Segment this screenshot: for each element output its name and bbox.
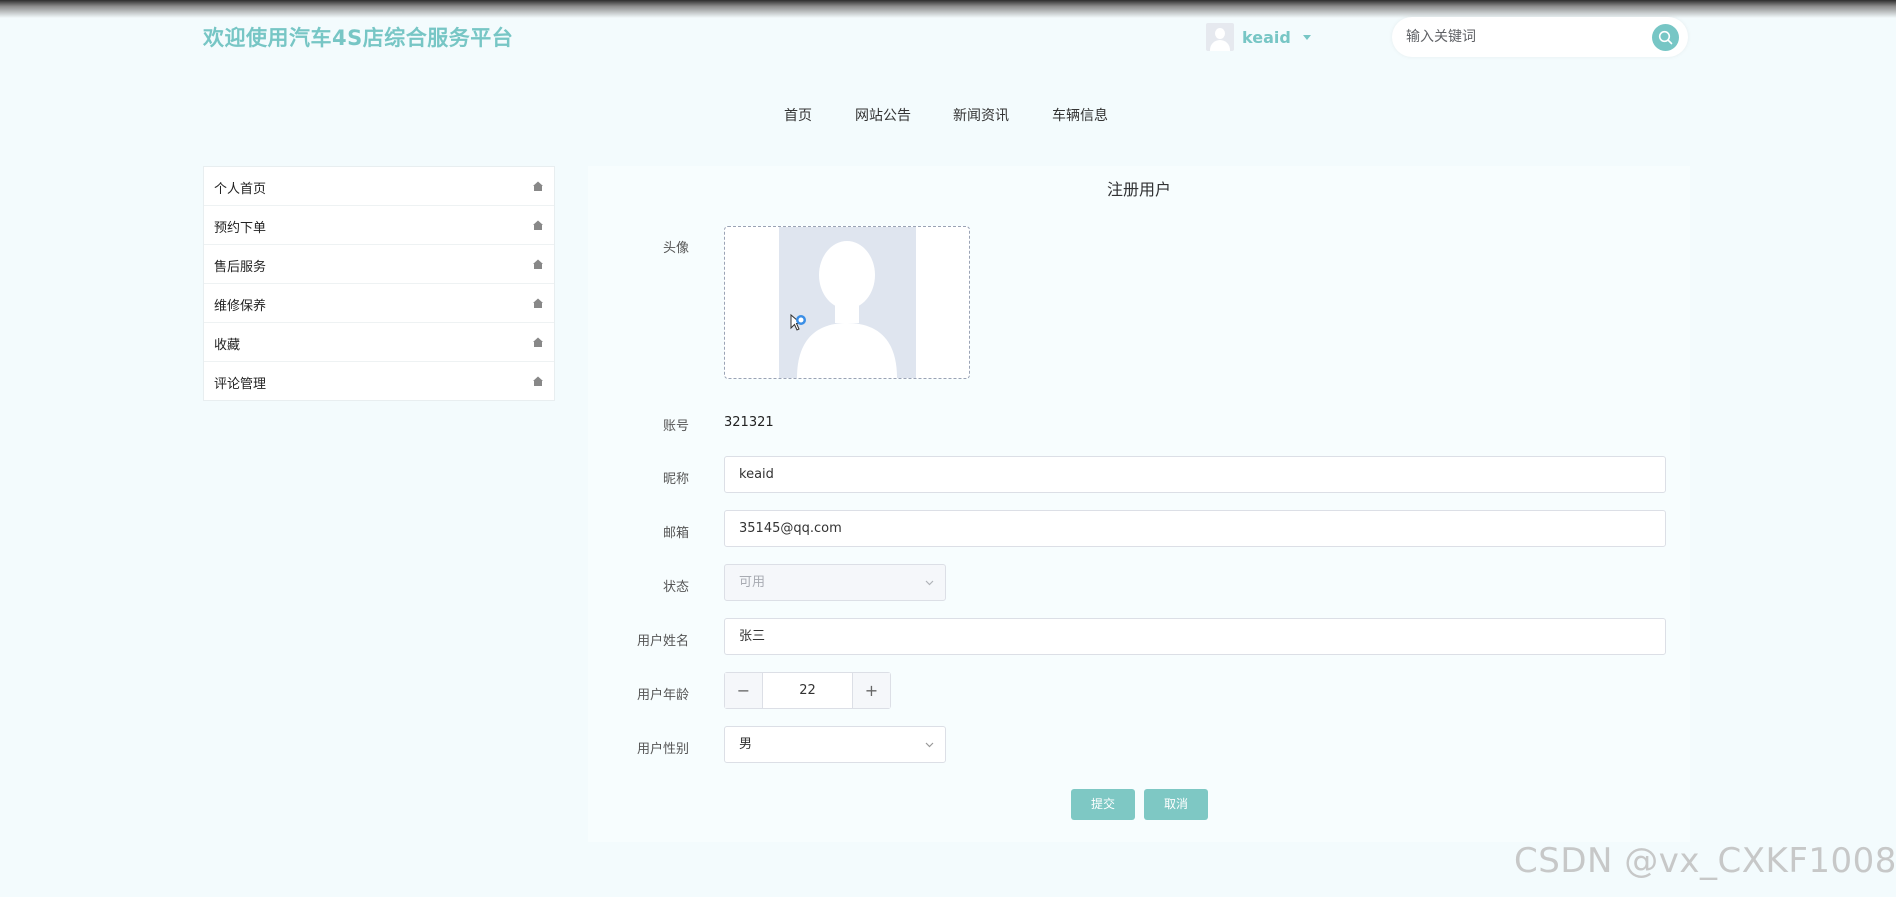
sidebar-item-favorites[interactable]: 收藏	[204, 323, 554, 362]
gender-select[interactable]: 男	[724, 726, 946, 763]
name-label: 用户姓名	[636, 634, 689, 649]
nav-news[interactable]: 新闻资讯	[953, 105, 1009, 125]
sidebar-item-label: 售后服务	[214, 260, 267, 275]
avatar-image	[779, 227, 916, 378]
home-icon	[533, 298, 543, 308]
sidebar-item-after-sales[interactable]: 售后服务	[204, 245, 554, 284]
status-label: 状态	[662, 580, 689, 595]
search-icon	[1658, 30, 1673, 45]
sidebar-item-comments[interactable]: 评论管理	[204, 362, 554, 400]
nav-announcements[interactable]: 网站公告	[855, 105, 911, 125]
caret-down-icon	[1302, 34, 1311, 40]
form-title: 注册用户	[1106, 180, 1171, 199]
email-label: 邮箱	[662, 526, 689, 541]
account-value: 321321	[724, 415, 774, 430]
chevron-down-icon	[925, 742, 934, 748]
age-increase-button[interactable]: +	[852, 673, 890, 708]
sidebar-item-label: 评论管理	[214, 377, 267, 392]
main-nav: 首页 网站公告 新闻资讯 车辆信息	[0, 105, 1896, 127]
sidebar-item-label: 预约下单	[214, 221, 267, 236]
sidebar-menu: 个人首页 预约下单 售后服务 维修保养 收藏 评论管理	[203, 166, 555, 401]
age-label: 用户年龄	[636, 688, 689, 703]
home-icon	[533, 259, 543, 269]
status-value: 可用	[739, 575, 766, 590]
home-icon	[533, 220, 543, 230]
chevron-down-icon	[925, 580, 934, 586]
age-decrease-button[interactable]: −	[725, 673, 763, 708]
sidebar-item-booking[interactable]: 预约下单	[204, 206, 554, 245]
nav-vehicles[interactable]: 车辆信息	[1052, 105, 1108, 125]
watermark: CSDN @vx_CXKF10088	[1514, 841, 1896, 881]
nav-home[interactable]: 首页	[784, 105, 812, 125]
age-stepper: − 22 +	[724, 672, 891, 709]
nickname-label: 昵称	[662, 472, 689, 487]
name-input[interactable]: 张三	[724, 618, 1666, 655]
nickname-input[interactable]: keaid	[724, 456, 1666, 493]
status-select: 可用	[724, 564, 946, 601]
sidebar-item-profile-home[interactable]: 个人首页	[204, 167, 554, 206]
user-avatar	[1206, 23, 1234, 51]
gender-value: 男	[739, 737, 753, 752]
top-shadow	[0, 0, 1896, 18]
home-icon	[533, 181, 543, 191]
avatar-uploader[interactable]	[724, 226, 970, 379]
home-icon	[533, 376, 543, 386]
sidebar-item-label: 个人首页	[214, 182, 267, 197]
sidebar-item-maintenance[interactable]: 维修保养	[204, 284, 554, 323]
sidebar-item-label: 收藏	[214, 338, 241, 353]
cursor-icon	[790, 313, 806, 331]
search-box	[1392, 17, 1688, 57]
submit-button[interactable]: 提交	[1071, 789, 1135, 820]
search-input[interactable]	[1404, 25, 1638, 49]
form-panel: 注册用户 头像 账号 321321 昵称 keaid 邮箱 35145@qq.c…	[588, 166, 1690, 842]
avatar-label: 头像	[662, 241, 689, 256]
username: keaid	[1242, 27, 1291, 47]
site-title: 欢迎使用汽车4S店综合服务平台	[203, 26, 514, 50]
search-button[interactable]	[1652, 24, 1679, 51]
gender-label: 用户性别	[636, 742, 689, 757]
sidebar-item-label: 维修保养	[214, 299, 267, 314]
account-label: 账号	[662, 419, 689, 434]
cancel-button[interactable]: 取消	[1144, 789, 1208, 820]
email-input[interactable]: 35145@qq.com	[724, 510, 1666, 547]
age-value[interactable]: 22	[763, 673, 852, 708]
home-icon	[533, 337, 543, 347]
default-avatar-icon	[797, 241, 897, 378]
user-menu[interactable]: keaid	[1206, 22, 1311, 52]
